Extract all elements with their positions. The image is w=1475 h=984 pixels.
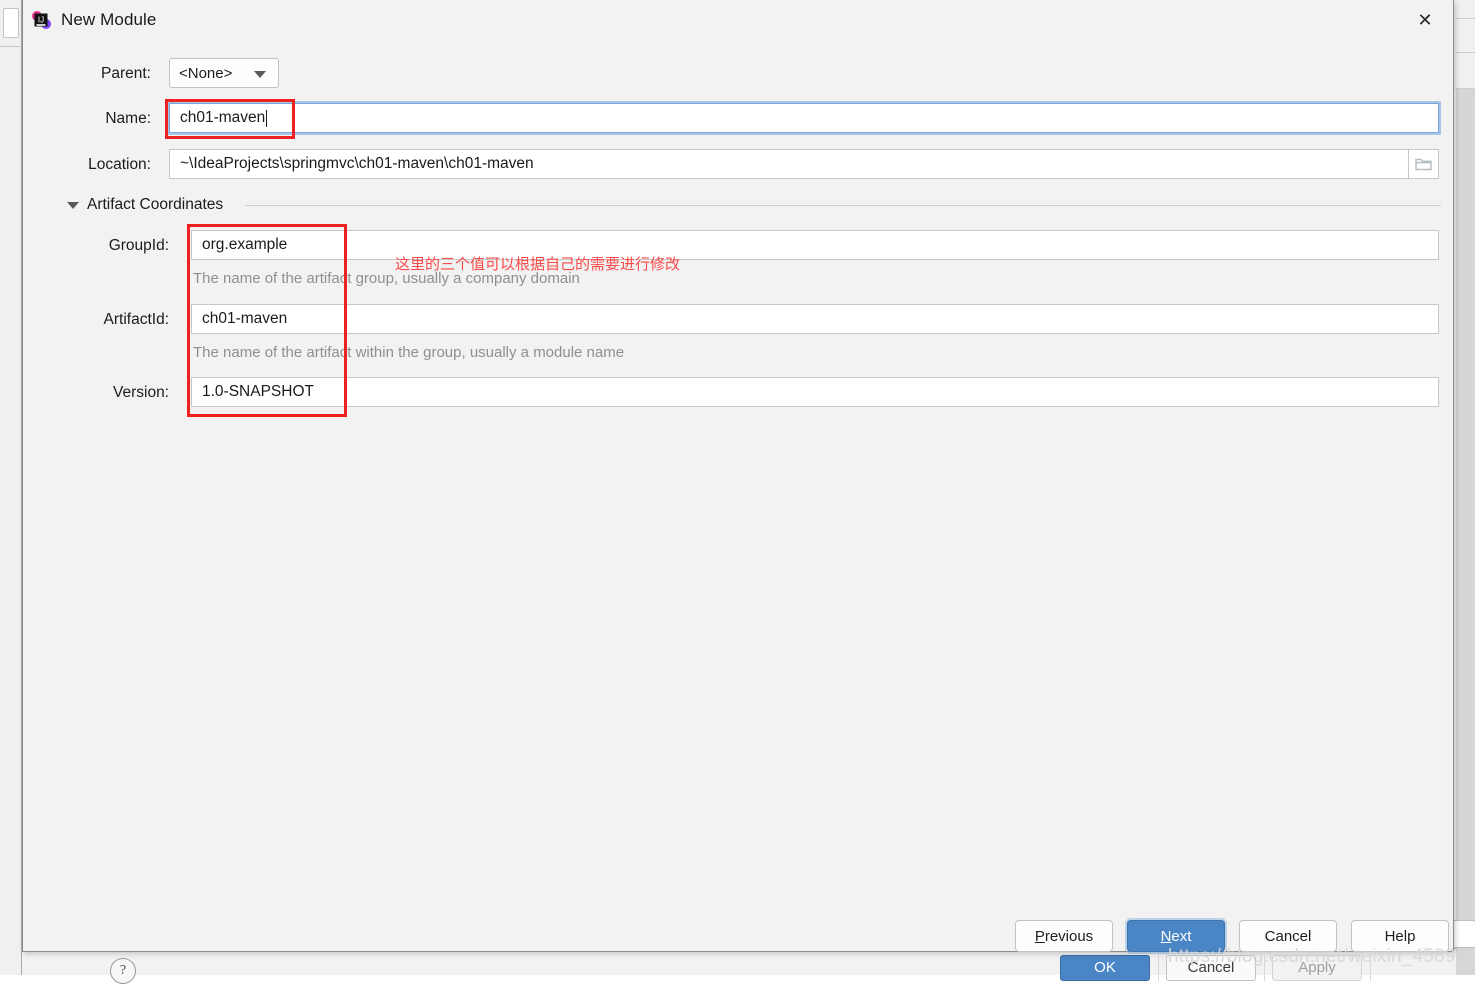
background-right-panel [1456,89,1475,975]
cancel-button[interactable]: Cancel [1239,920,1337,952]
dialog-titlebar: IJ New Module ✕ [23,0,1453,40]
version-input-value: 1.0-SNAPSHOT [202,383,314,400]
background-cancel-button[interactable]: Cancel [1166,955,1256,981]
version-input[interactable]: 1.0-SNAPSHOT [191,377,1439,407]
background-button-divider-2 [1264,955,1265,981]
background-button-divider-1 [1158,955,1159,981]
previous-button[interactable]: Previous [1015,920,1113,952]
section-divider [245,205,1441,206]
version-label: Version: [112,384,169,401]
location-input-value: ~\IdeaProjects\springmvc\ch01-maven\ch01… [180,155,534,172]
background-left-strip [0,0,22,975]
groupid-input-value: org.example [202,236,288,253]
background-help-icon[interactable]: ? [110,958,136,984]
background-ok-button[interactable]: OK [1060,955,1150,981]
parent-dropdown[interactable]: <None> [169,58,279,88]
background-left-divider [0,46,22,47]
text-caret [266,109,268,127]
background-apply-button[interactable]: Apply [1272,955,1362,981]
chevron-down-icon [67,201,79,209]
background-button-divider-3 [1370,955,1371,981]
artifactid-label: ArtifactId: [103,311,169,328]
artifact-coordinates-section-header[interactable]: Artifact Coordinates [67,196,223,214]
svg-text:IJ: IJ [38,16,44,25]
artifactid-hint: The name of the artifact within the grou… [193,344,625,361]
annotation-note: 这里的三个值可以根据自己的需要进行修改 [395,256,681,273]
groupid-input[interactable]: org.example [191,230,1439,260]
background-right-divider-2 [1455,52,1475,53]
location-input[interactable]: ~\IdeaProjects\springmvc\ch01-maven\ch01… [169,149,1409,179]
parent-dropdown-value: <None> [179,64,233,82]
background-right-divider-1 [1455,18,1475,19]
help-button[interactable]: Help [1351,920,1449,952]
groupid-label: GroupId: [108,237,169,254]
close-icon[interactable]: ✕ [1397,0,1453,40]
previous-button-rest: revious [1044,927,1094,945]
folder-icon[interactable] [1409,149,1439,179]
next-button-rest: ext [1171,927,1192,945]
intellij-idea-icon: IJ [31,10,51,30]
artifact-coordinates-title: Artifact Coordinates [87,196,224,213]
name-label: Name: [105,110,151,127]
next-button[interactable]: Next [1127,920,1225,952]
background-left-widget [3,8,19,38]
name-input-value: ch01-maven [180,109,266,126]
artifactid-input[interactable]: ch01-maven [191,304,1439,334]
location-label: Location: [88,156,151,173]
artifactid-input-value: ch01-maven [202,310,288,327]
parent-label: Parent: [101,65,151,82]
name-input[interactable]: ch01-maven [167,101,1441,135]
new-module-dialog: IJ New Module ✕ Parent: <None> Name: ch0… [22,0,1454,952]
chevron-down-icon [254,71,266,78]
dialog-title: New Module [61,10,157,29]
dialog-button-bar: Previous Next Cancel Help [23,912,1455,952]
